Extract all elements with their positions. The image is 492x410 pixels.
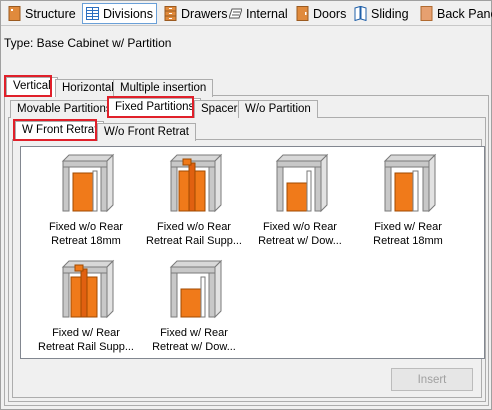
tab-fixed-partitions[interactable]: Fixed Partitions [108,98,202,118]
item-label-line2: Retreat w/ Dow... [152,341,236,353]
tab-wo-front-retrat[interactable]: W/o Front Retrat [97,123,196,141]
item-label-line1: Fixed w/o Rear [263,221,337,233]
internal-icon [229,8,242,19]
gallery-item[interactable]: Fixed w/ Rear Retreat w/ Dow... [139,259,249,359]
back-panel-icon [420,6,433,21]
tab-w-front-retrat[interactable]: W Front Retrat [15,121,105,141]
tab-divisions[interactable]: Divisions [82,3,158,24]
tab-label: Sliding [371,6,409,21]
gallery-item[interactable]: Fixed w/ Rear Retreat 18mm [353,153,463,253]
item-label-line2: Retreat Rail Supp... [146,235,242,247]
partition-fixed-wo-rear-rail-icon [169,153,223,213]
item-label-line1: Fixed w/ Rear [160,327,228,339]
tab-vertical[interactable]: Vertical [6,77,58,97]
item-label-line2: Retreat w/ Dow... [258,235,342,247]
tab-internal[interactable]: Internal [226,3,291,24]
item-label-line2: Retreat 18mm [373,235,443,247]
partition-fixed-w-rear-rail-icon [61,259,115,319]
sliding-icon [354,6,367,21]
insert-button[interactable]: Insert [391,368,473,391]
doors-icon [296,6,309,21]
item-label-line1: Fixed w/ Rear [52,327,120,339]
gallery-item[interactable]: Fixed w/ Rear Retreat Rail Supp... [31,259,141,359]
tab-back-panel[interactable]: Back Panel [417,3,492,24]
tab-drawers[interactable]: Drawers [161,3,231,24]
structure-icon [8,6,21,21]
tab-horizontal[interactable]: Horizontal [55,79,121,97]
tab-label: Structure [25,6,76,21]
cabinet-type-label: Type: Base Cabinet w/ Partition [4,36,172,50]
item-label-line1: Fixed w/o Rear [157,221,231,233]
partition-fixed-w-rear-18mm-icon [383,153,437,213]
tab-label: Back Panel [437,6,492,21]
item-label-line2: Retreat 18mm [51,235,121,247]
item-label-line1: Fixed w/o Rear [49,221,123,233]
tab-label: Divisions [103,6,154,21]
tab-movable-partitions[interactable]: Movable Partitions [10,100,119,118]
item-label-line2: Retreat Rail Supp... [38,341,134,353]
tab-spacer[interactable]: Spacer [194,100,245,118]
gallery-item[interactable]: Fixed w/o Rear Retreat Rail Supp... [139,153,249,253]
tab-label: Doors [313,6,347,21]
drawers-icon [164,6,177,21]
partition-fixed-w-rear-dowel-icon [169,259,223,319]
gallery-item[interactable]: Fixed w/o Rear Retreat w/ Dow... [245,153,355,253]
tab-sliding[interactable]: Sliding [351,3,412,24]
top-toolbar: Structure Divisions Drawers Internal Doo… [1,1,492,26]
tab-wo-partition[interactable]: W/o Partition [238,100,318,118]
gallery-item[interactable]: Fixed w/o Rear Retreat 18mm [31,153,141,253]
item-label-line1: Fixed w/ Rear [374,221,442,233]
tab-label: Internal [246,6,288,21]
tab-structure[interactable]: Structure [5,3,79,24]
divisions-icon [86,7,99,20]
tab-label: Drawers [181,6,228,21]
tab-doors[interactable]: Doors [293,3,349,24]
cabinet-editor-window: Structure Divisions Drawers Internal Doo… [0,0,492,410]
partition-gallery[interactable]: Fixed w/o Rear Retreat 18mm Fixed w/o Rea… [20,146,485,359]
partition-fixed-wo-rear-dowel-icon [275,153,329,213]
tab-multiple-insertion[interactable]: Multiple insertion [113,79,214,97]
partition-fixed-wo-rear-18mm-icon [61,153,115,213]
